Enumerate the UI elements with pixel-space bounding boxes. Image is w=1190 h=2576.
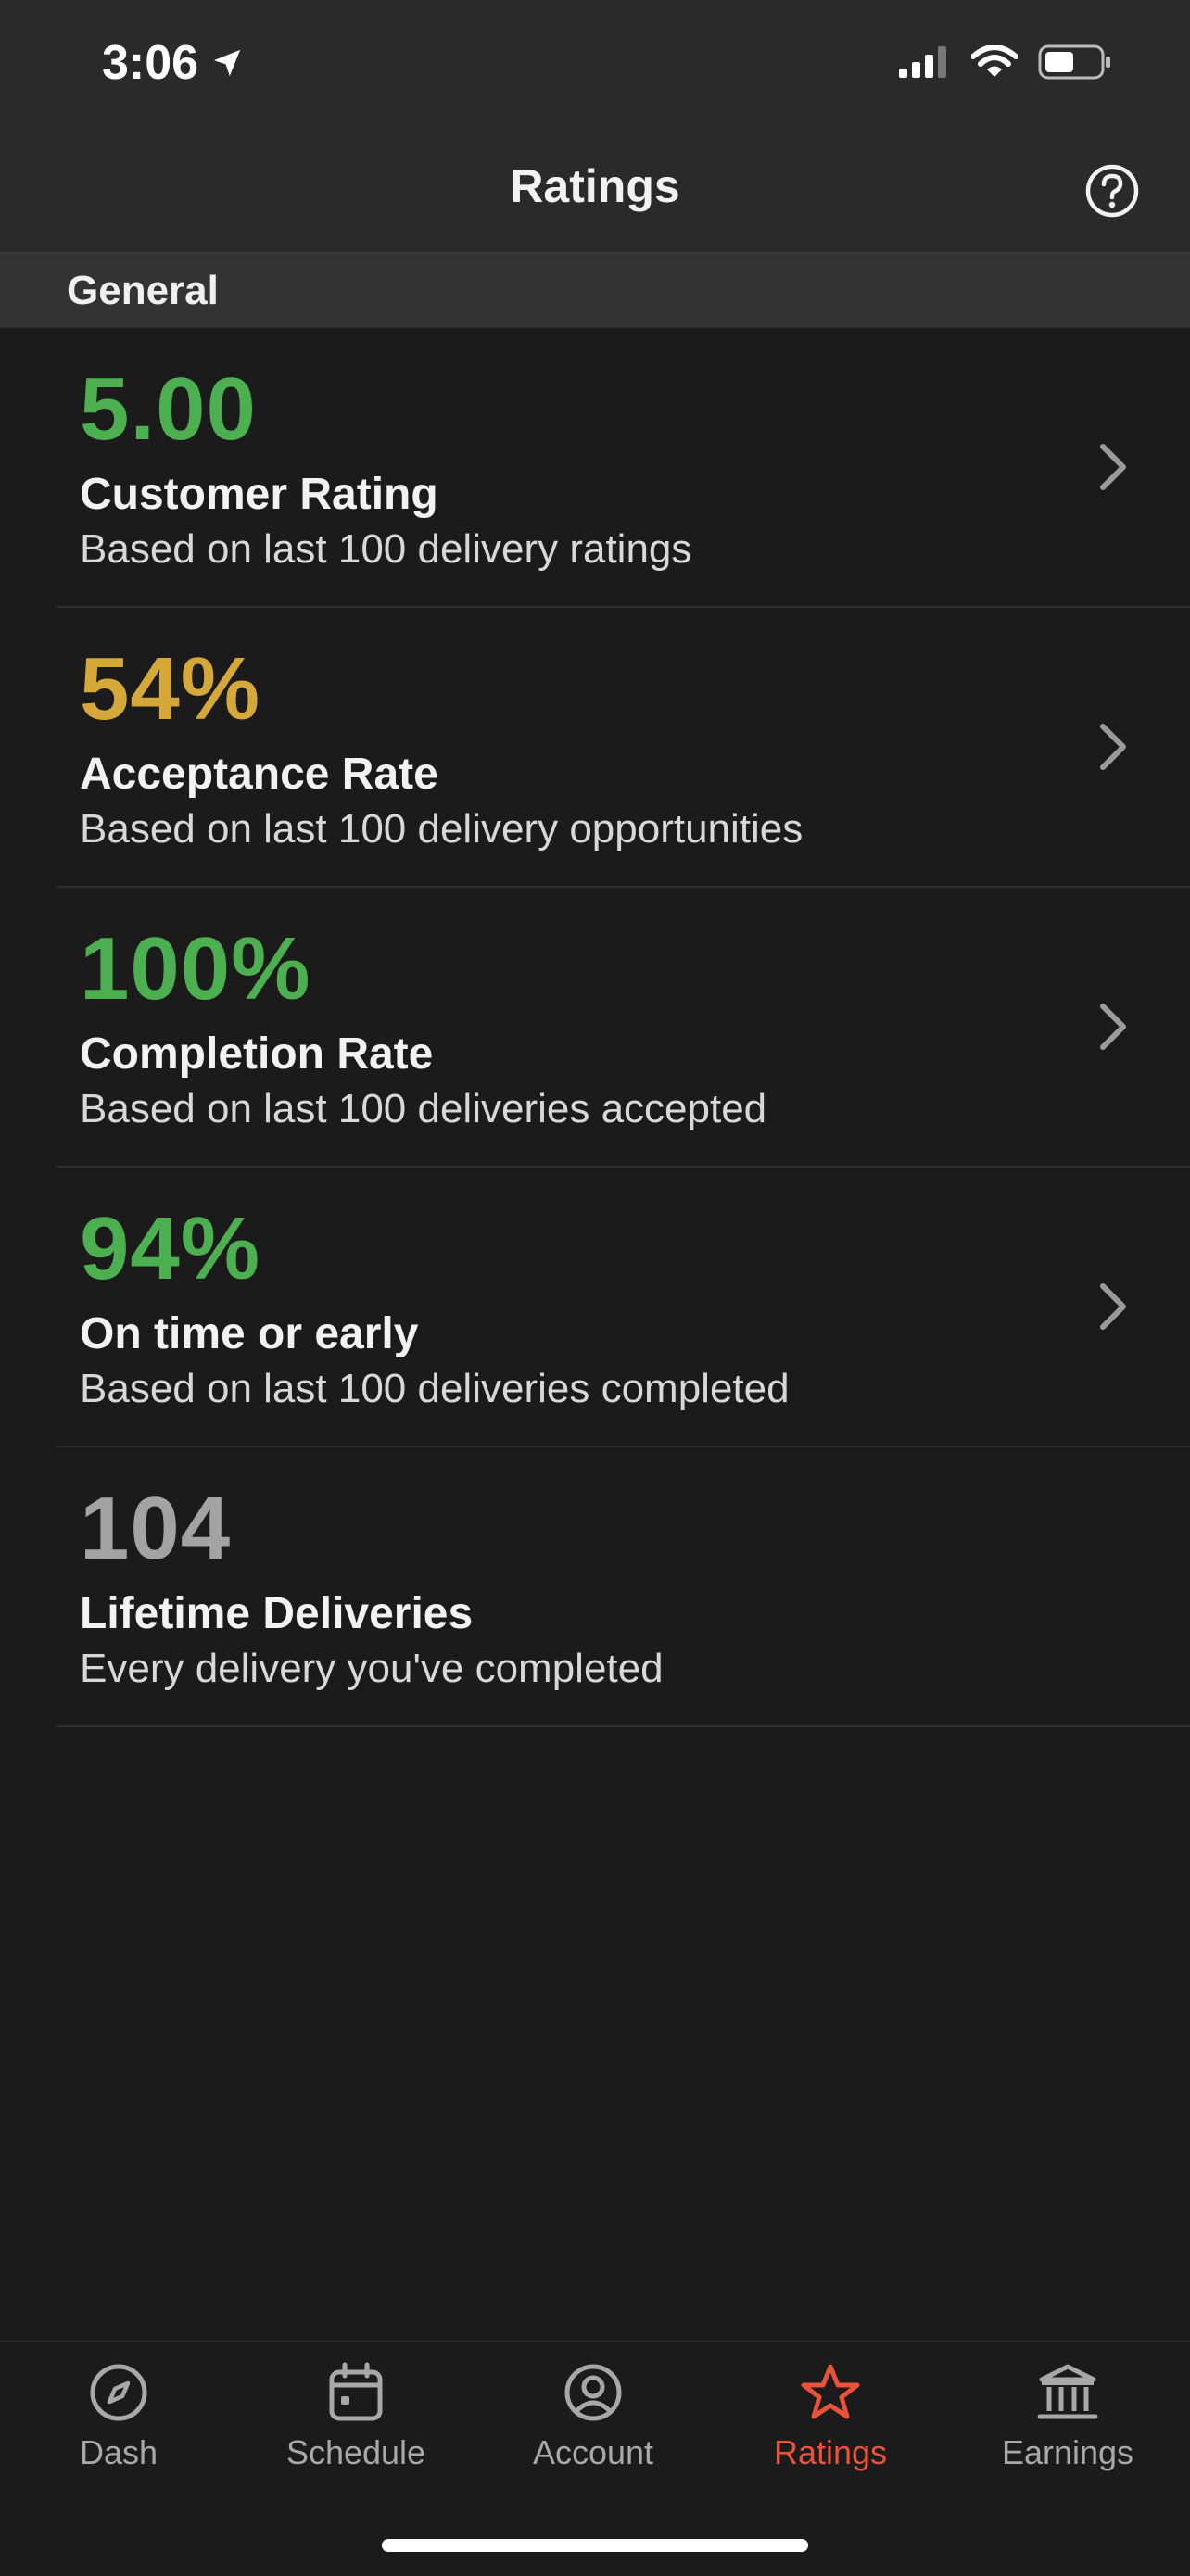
chevron-right-icon xyxy=(1100,444,1126,490)
status-time: 3:06 xyxy=(102,35,243,91)
metric-label: Acceptance Rate xyxy=(80,750,438,799)
location-arrow-icon xyxy=(213,49,241,77)
star-icon xyxy=(801,2364,860,2419)
metric-value: 5.00 xyxy=(80,360,257,459)
metric-completion-rate[interactable]: 100% Completion Rate Based on last 100 d… xyxy=(56,888,1190,1168)
tab-schedule[interactable]: Schedule xyxy=(237,2361,475,2472)
metric-customer-rating[interactable]: 5.00 Customer Rating Based on last 100 d… xyxy=(56,328,1190,608)
tab-label: Ratings xyxy=(773,2433,888,2471)
tab-ratings[interactable]: Ratings xyxy=(712,2361,949,2472)
tab-account[interactable]: Account xyxy=(475,2361,712,2472)
tab-label: Dash xyxy=(79,2433,158,2471)
tab-label: Earnings xyxy=(1001,2433,1134,2471)
wifi-icon xyxy=(971,45,1018,77)
chevron-right-icon xyxy=(1100,1283,1126,1330)
metric-label: Lifetime Deliveries xyxy=(80,1589,474,1638)
metric-value: 94% xyxy=(80,1199,261,1298)
status-icons xyxy=(899,44,1112,80)
battery-icon xyxy=(1038,44,1110,80)
metric-description: Based on last 100 delivery ratings xyxy=(80,526,692,572)
chevron-right-icon xyxy=(1100,724,1126,770)
metric-description: Based on last 100 deliveries completed xyxy=(80,1366,790,1411)
user-icon xyxy=(564,2364,622,2421)
bank-icon xyxy=(1037,2364,1098,2419)
tab-dash[interactable]: Dash xyxy=(0,2361,237,2472)
page-title: Ratings xyxy=(510,160,680,212)
help-icon[interactable] xyxy=(1084,163,1140,219)
tab-label: Schedule xyxy=(285,2433,426,2471)
section-title: General xyxy=(67,268,219,313)
metric-value: 100% xyxy=(80,919,311,1018)
metric-description: Based on last 100 delivery opportunities xyxy=(80,806,804,852)
metric-value: 54% xyxy=(80,639,261,739)
calendar-icon xyxy=(329,2362,383,2421)
metric-description: Based on last 100 deliveries accepted xyxy=(80,1086,767,1131)
tab-earnings[interactable]: Earnings xyxy=(949,2361,1186,2472)
section-header: General xyxy=(0,254,1190,328)
chevron-right-icon xyxy=(1100,1004,1126,1050)
tab-label: Account xyxy=(532,2433,654,2471)
metric-on-time[interactable]: 94% On time or early Based on last 100 d… xyxy=(56,1168,1190,1447)
metric-lifetime-deliveries: 104 Lifetime Deliveries Every delivery y… xyxy=(56,1447,1190,1727)
home-indicator[interactable] xyxy=(382,2539,808,2552)
compass-icon xyxy=(90,2364,147,2421)
metric-label: Customer Rating xyxy=(80,470,438,519)
metric-value: 104 xyxy=(80,1479,232,1578)
ratings-list: 5.00 Customer Rating Based on last 100 d… xyxy=(0,328,1190,1727)
top-bar: 3:06 Ratings xyxy=(0,0,1190,254)
signal-icon xyxy=(899,46,946,78)
metric-description: Every delivery you've completed xyxy=(80,1646,664,1691)
metric-label: Completion Rate xyxy=(80,1029,434,1079)
metric-acceptance-rate[interactable]: 54% Acceptance Rate Based on last 100 de… xyxy=(56,608,1190,888)
metric-label: On time or early xyxy=(80,1309,419,1358)
